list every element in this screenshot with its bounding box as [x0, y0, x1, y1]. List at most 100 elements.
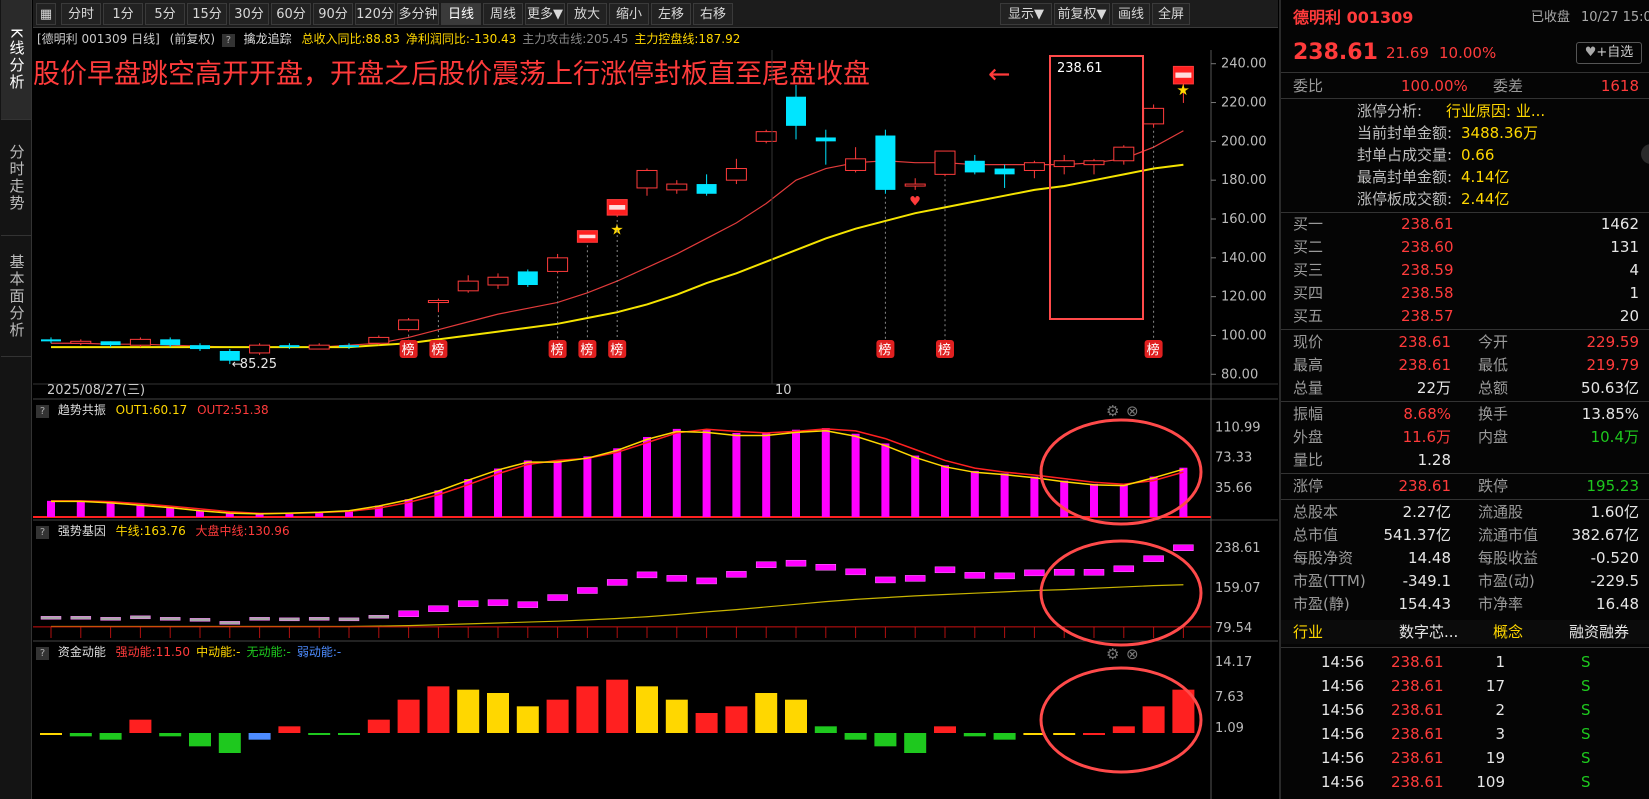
candle[interactable] — [547, 253, 569, 274]
candle[interactable] — [755, 129, 777, 144]
close-icon[interactable]: ⊗ — [1126, 645, 1139, 663]
tab-intraday[interactable]: 分时走势 — [1, 121, 31, 236]
toolbar-button-8[interactable]: 多分钟 — [397, 3, 439, 25]
candle[interactable] — [1023, 160, 1045, 179]
panel2-bar — [368, 615, 390, 619]
candle[interactable] — [786, 85, 806, 140]
candle[interactable] — [279, 343, 300, 350]
panel1-y-tick: 35.66 — [1215, 481, 1252, 496]
add-watchlist-button[interactable]: ♥+自选 — [1576, 42, 1642, 64]
toolbar-button-7[interactable]: 120分 — [355, 3, 395, 25]
candle[interactable] — [129, 337, 151, 348]
panel3-bar — [189, 733, 211, 747]
candle[interactable] — [696, 174, 717, 196]
industry-tab-3[interactable]: 融资融券 — [1569, 620, 1629, 644]
toolbar-right-button-0[interactable]: 显示▼ — [1000, 3, 1052, 25]
panel1-bar — [494, 468, 502, 517]
bid-label: 买一 — [1293, 215, 1324, 233]
candle[interactable] — [368, 335, 390, 346]
toolbar-right-button-1[interactable]: 前复权▼ — [1054, 3, 1110, 25]
help-icon[interactable]: ? — [36, 647, 49, 660]
toolbar-button-11[interactable]: 更多▼ — [525, 3, 565, 25]
toolbar-button-5[interactable]: 60分 — [271, 3, 311, 25]
help-icon[interactable]: ? — [36, 405, 49, 418]
candle[interactable] — [934, 150, 956, 177]
candle[interactable] — [339, 343, 359, 350]
tick-price: 238.61 — [1391, 749, 1444, 767]
industry-tab-0[interactable]: 行业 — [1293, 620, 1323, 644]
candle[interactable] — [576, 230, 598, 243]
candle[interactable] — [308, 343, 330, 350]
candle[interactable] — [964, 154, 985, 175]
toolbar: ▦ 分时 1分 5分 15分 30分 60分 90分 120分 多分钟 日线 周线 更多▼ 放大 缩小 左移右… — [33, 0, 1278, 28]
candle[interactable] — [1143, 104, 1165, 128]
candle[interactable] — [427, 298, 449, 313]
candle[interactable] — [398, 318, 420, 332]
tick-time: 14:56 — [1321, 749, 1365, 767]
candle[interactable] — [41, 337, 61, 344]
toolbar-button-12[interactable]: 放大 — [567, 3, 607, 25]
tab-k-line[interactable]: K线分析 — [1, 0, 31, 120]
panel2-bar — [755, 561, 777, 568]
candle[interactable] — [1083, 158, 1105, 175]
candle[interactable] — [190, 343, 210, 351]
toolbar-button-2[interactable]: 5分 — [145, 3, 185, 25]
bang-label: 榜 — [431, 342, 444, 358]
toolbar-button-0[interactable]: 分时 — [61, 3, 101, 25]
candle[interactable] — [70, 339, 92, 346]
settings-icon[interactable]: ⚙ — [1106, 645, 1119, 663]
candle[interactable] — [666, 180, 688, 194]
candle[interactable] — [457, 275, 479, 293]
candle[interactable] — [904, 178, 926, 190]
toolbar-button-10[interactable]: 周线 — [483, 3, 523, 25]
candle[interactable] — [1113, 145, 1135, 165]
panel2-bar — [428, 605, 449, 612]
indicator-name[interactable]: 擒龙追踪 — [244, 32, 292, 46]
stat-value-left: 11.6万 — [1402, 428, 1451, 446]
candle[interactable] — [249, 343, 271, 355]
candle[interactable] — [815, 129, 836, 165]
candle[interactable] — [875, 129, 896, 194]
tab-fundamental[interactable]: 基本面分析 — [1, 237, 31, 357]
candle[interactable] — [517, 269, 538, 287]
panel3-bar — [665, 699, 688, 733]
help-icon[interactable]: ? — [36, 526, 49, 539]
panel3-bar — [695, 713, 718, 733]
toolbar-button-9[interactable]: 日线 — [441, 3, 481, 25]
close-icon[interactable]: ⊗ — [1126, 402, 1139, 420]
zt-label: 涨停分析: — [1357, 102, 1423, 120]
toolbar-button-3[interactable]: 15分 — [187, 3, 227, 25]
candle[interactable] — [606, 199, 628, 218]
bid-label: 买四 — [1293, 284, 1324, 302]
toolbar-button-4[interactable]: 30分 — [229, 3, 269, 25]
industry-tab-1[interactable]: 数字芯... — [1399, 620, 1458, 644]
zt-value: 0.66 — [1461, 146, 1495, 164]
candle[interactable] — [1053, 154, 1075, 175]
settings-icon[interactable]: ⚙ — [1106, 402, 1119, 420]
help-icon[interactable]: ? — [221, 34, 235, 47]
panel2-bar — [517, 601, 539, 608]
toolbar-button-14[interactable]: 左移 — [651, 3, 691, 25]
toolbar-right-button-3[interactable]: 全屏 — [1152, 3, 1190, 25]
toolbar-button-1[interactable]: 1分 — [103, 3, 143, 25]
industry-tab-2[interactable]: 概念 — [1493, 620, 1523, 644]
toolbar-button-13[interactable]: 缩小 — [609, 3, 649, 25]
y-tick-label: 100.00 — [1221, 328, 1267, 343]
panel1-out1: OUT1:60.17 — [115, 403, 188, 417]
candle[interactable] — [487, 273, 509, 289]
chart-area[interactable]: 240.00 220.00 200.00 180.00 160.00 140.00 120.… — [33, 50, 1278, 799]
annotation-text: 股价早盘跳空高开开盘，开盘之后股价震荡上行涨停封板直至尾盘收盘 — [33, 59, 870, 90]
stock-title: [德明利 001309 日线] — [37, 32, 160, 46]
grid-icon[interactable]: ▦ — [36, 3, 56, 25]
candle[interactable] — [636, 168, 658, 196]
heart-icon: ♥ — [1584, 45, 1597, 60]
panel2-bar — [70, 616, 92, 620]
toolbar-right-button-2[interactable]: 画线 — [1112, 3, 1150, 25]
toolbar-button-6[interactable]: 90分 — [313, 3, 353, 25]
stock-name-code: 德明利 001309 — [1293, 8, 1414, 27]
candle[interactable] — [994, 164, 1015, 188]
candle[interactable] — [725, 158, 747, 185]
toolbar-button-15[interactable]: 右移 — [693, 3, 733, 25]
panel2-bar — [398, 610, 419, 617]
candle[interactable] — [845, 147, 867, 173]
